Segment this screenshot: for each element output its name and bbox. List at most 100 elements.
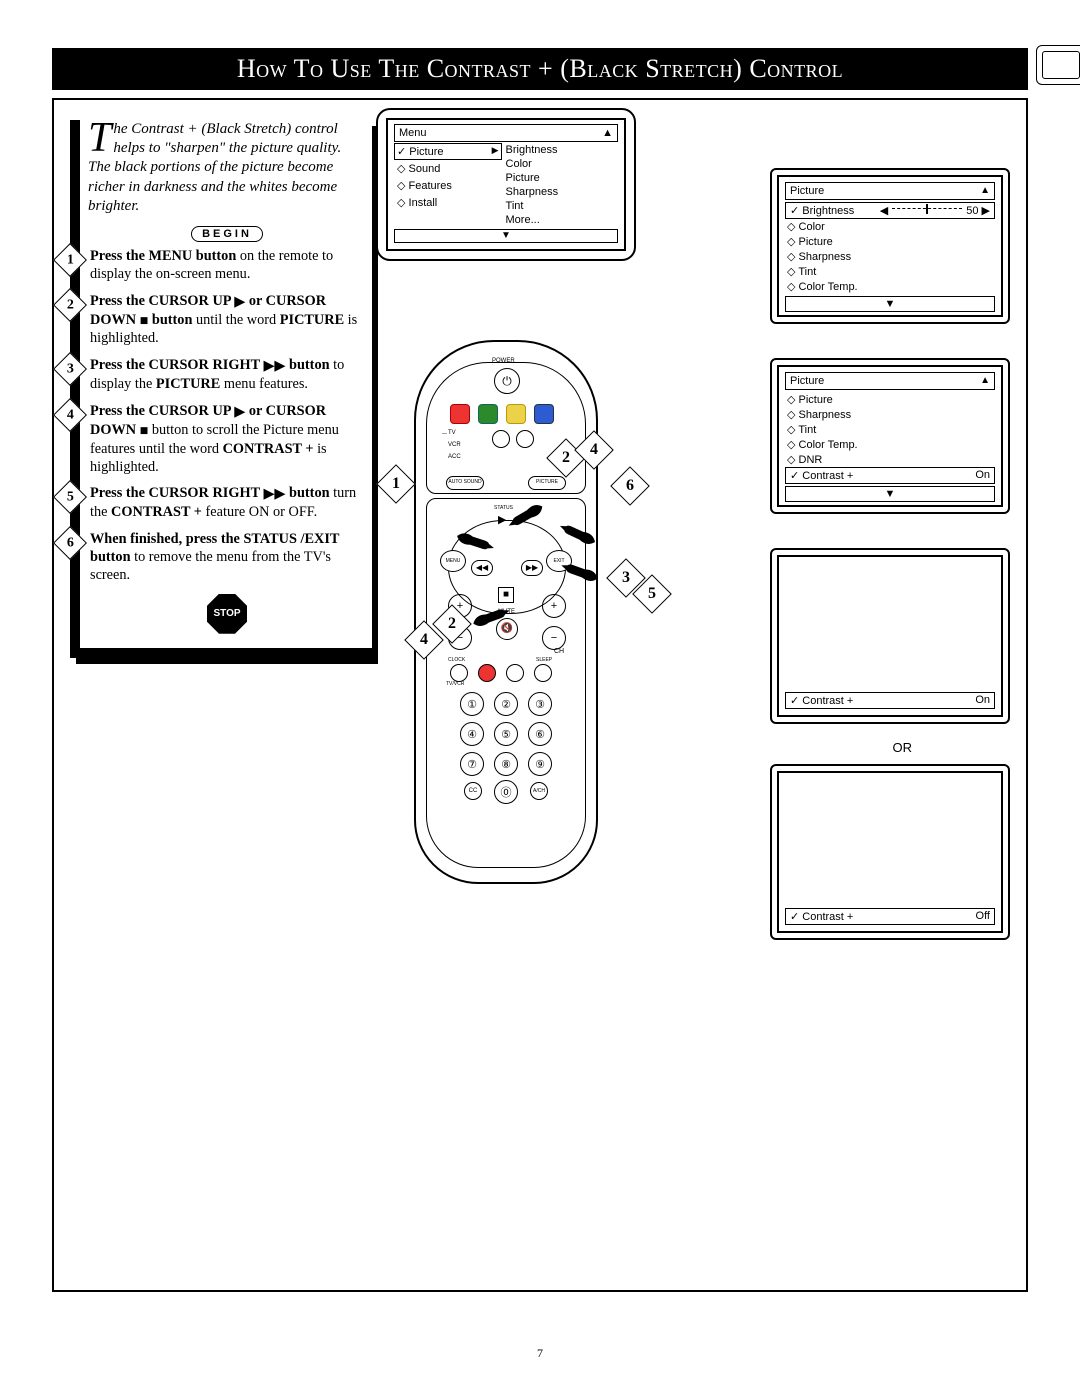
mini-screen-3: ✓ Contrast +On [770, 548, 1010, 724]
osd-menu-header: Menu [399, 127, 427, 139]
osd-sub-picture: Picture [504, 171, 618, 185]
rewind-button[interactable]: ◀◀ [471, 560, 493, 576]
callout-1: 1 [376, 464, 416, 504]
mini2-header: Picture [790, 375, 824, 387]
keypad-7[interactable]: ⑦ [460, 752, 484, 776]
up-arrow-icon: ▲ [980, 185, 990, 197]
ch-label: CH [554, 648, 564, 655]
acc-label: ACC [448, 454, 461, 460]
step-3: 3 Press the CURSOR RIGHT ▶▶ button to di… [88, 357, 366, 394]
menu-button[interactable]: MENU [440, 550, 466, 572]
step-2: 2 Press the CURSOR UP ▶ or CURSOR DOWN ■… [88, 293, 366, 349]
osd-sub-color: Color [504, 157, 618, 171]
keypad-2[interactable]: ② [494, 692, 518, 716]
power-button[interactable]: ⏻ [494, 368, 520, 394]
mini3-label: Contrast + [802, 695, 853, 707]
keypad-4[interactable]: ④ [460, 722, 484, 746]
down-arrow-icon: ▼ [394, 229, 618, 243]
mini-screen-4: ✓ Contrast +Off [770, 764, 1010, 940]
down-arrow-icon: ▼ [885, 488, 896, 500]
step-number-1: 1 [53, 243, 87, 277]
osd-sub-tint: Tint [504, 199, 618, 213]
page-title: How To Use The Contrast + (Black Stretch… [237, 54, 843, 83]
mini1-header: Picture [790, 185, 824, 197]
green-button[interactable] [478, 404, 498, 424]
page-number: 7 [537, 1346, 543, 1361]
sleep-label: SLEEP [536, 658, 552, 663]
autosound-button[interactable]: AUTO SOUND [446, 476, 484, 490]
ach-button[interactable]: A/CH [530, 782, 548, 800]
mini3-value: On [975, 694, 990, 707]
ch-up-button[interactable]: + [542, 594, 566, 618]
keypad-5[interactable]: ⑤ [494, 722, 518, 746]
mini4-value: Off [976, 910, 990, 923]
tvvcr-label: TV/VCR [446, 682, 464, 687]
osd-sub-sharpness: Sharpness [504, 185, 618, 199]
down-arrow-icon: ▼ [885, 298, 896, 310]
red-button[interactable] [450, 404, 470, 424]
clock-label: CLOCK [448, 658, 465, 663]
fastfwd-button[interactable]: ▶▶ [521, 560, 543, 576]
step-4: 4 Press the CURSOR UP ▶ or CURSOR DOWN ■… [88, 403, 366, 476]
rec-button[interactable] [478, 664, 496, 682]
fwd-icon: ▶▶ [263, 486, 285, 504]
fwd-icon: ▶▶ [263, 358, 285, 376]
tv-osd-frame: Menu ▲ Picture Sound Features Install Bri… [376, 108, 636, 261]
keypad-1[interactable]: ① [460, 692, 484, 716]
keypad-3[interactable]: ③ [528, 692, 552, 716]
slider-icon [892, 208, 962, 215]
ch-down-button[interactable]: − [542, 626, 566, 650]
step-5: 5 Press the CURSOR RIGHT ▶▶ button turn … [88, 485, 366, 522]
or-label: OR [893, 740, 913, 755]
stop-icon: ■ [140, 423, 149, 441]
callout-6: 6 [610, 466, 650, 506]
page-title-bar: How To Use The Contrast + (Black Stretch… [52, 48, 1028, 90]
intro-paragraph: The Contrast + (Black Stretch) control h… [88, 120, 366, 216]
clock-button[interactable] [450, 664, 468, 682]
eject2-button[interactable] [516, 430, 534, 448]
play-icon: ▶ [234, 404, 245, 422]
vcr-label: VCR [448, 442, 461, 448]
keypad-8[interactable]: ⑧ [494, 752, 518, 776]
osd-sub-brightness: Brightness [504, 143, 618, 157]
step-number-4: 4 [53, 398, 87, 432]
mini-screen-1: Picture▲ ✓ Brightness◀50 ▶ Color Picture… [770, 168, 1010, 324]
mini1-value: 50 [966, 205, 978, 217]
cc-button[interactable]: CC [464, 782, 482, 800]
page-frame: The Contrast + (Black Stretch) control h… [52, 98, 1028, 1292]
eject-button[interactable] [492, 430, 510, 448]
step-6: 6 When finished, press the STATUS /EXIT … [88, 531, 366, 585]
osd-item-install: Install [394, 194, 502, 211]
keypad-6[interactable]: ⑥ [528, 722, 552, 746]
picture-button[interactable]: PICTURE [528, 476, 566, 490]
mini2-value: On [975, 469, 990, 482]
tv-icon [1036, 45, 1080, 85]
up-arrow-icon: ▲ [980, 375, 990, 387]
step-1: 1 Press the MENU button on the remote to… [88, 248, 366, 284]
osd-item-features: Features [394, 177, 502, 194]
step-number-5: 5 [53, 480, 87, 514]
stop-badge: STOP [207, 594, 247, 634]
sleep-button[interactable] [534, 664, 552, 682]
stop-icon: ■ [140, 313, 149, 331]
play-icon: ▶ [234, 294, 245, 312]
begin-badge: BEGIN [191, 226, 263, 242]
step-number-6: 6 [53, 526, 87, 560]
step-number-3: 3 [53, 352, 87, 386]
yellow-button[interactable] [506, 404, 526, 424]
mini4-label: Contrast + [802, 911, 853, 923]
mini2-contrast: Contrast + [802, 470, 853, 482]
power-label: POWER [492, 358, 515, 364]
up-arrow-icon: ▲ [602, 127, 613, 139]
keypad-0[interactable]: ⓪ [494, 780, 518, 804]
osd-item-picture: Picture [394, 143, 502, 160]
mini1-brightness: Brightness [802, 205, 854, 217]
osd-item-sound: Sound [394, 160, 502, 177]
tv-label: TV [448, 430, 456, 436]
osd-sub-more: More... [504, 213, 618, 227]
mini-screen-2: Picture▲ Picture Sharpness Tint Color Te… [770, 358, 1010, 514]
keypad-9[interactable]: ⑨ [528, 752, 552, 776]
step-number-2: 2 [53, 288, 87, 322]
blue-button[interactable] [534, 404, 554, 424]
pause-button[interactable] [506, 664, 524, 682]
